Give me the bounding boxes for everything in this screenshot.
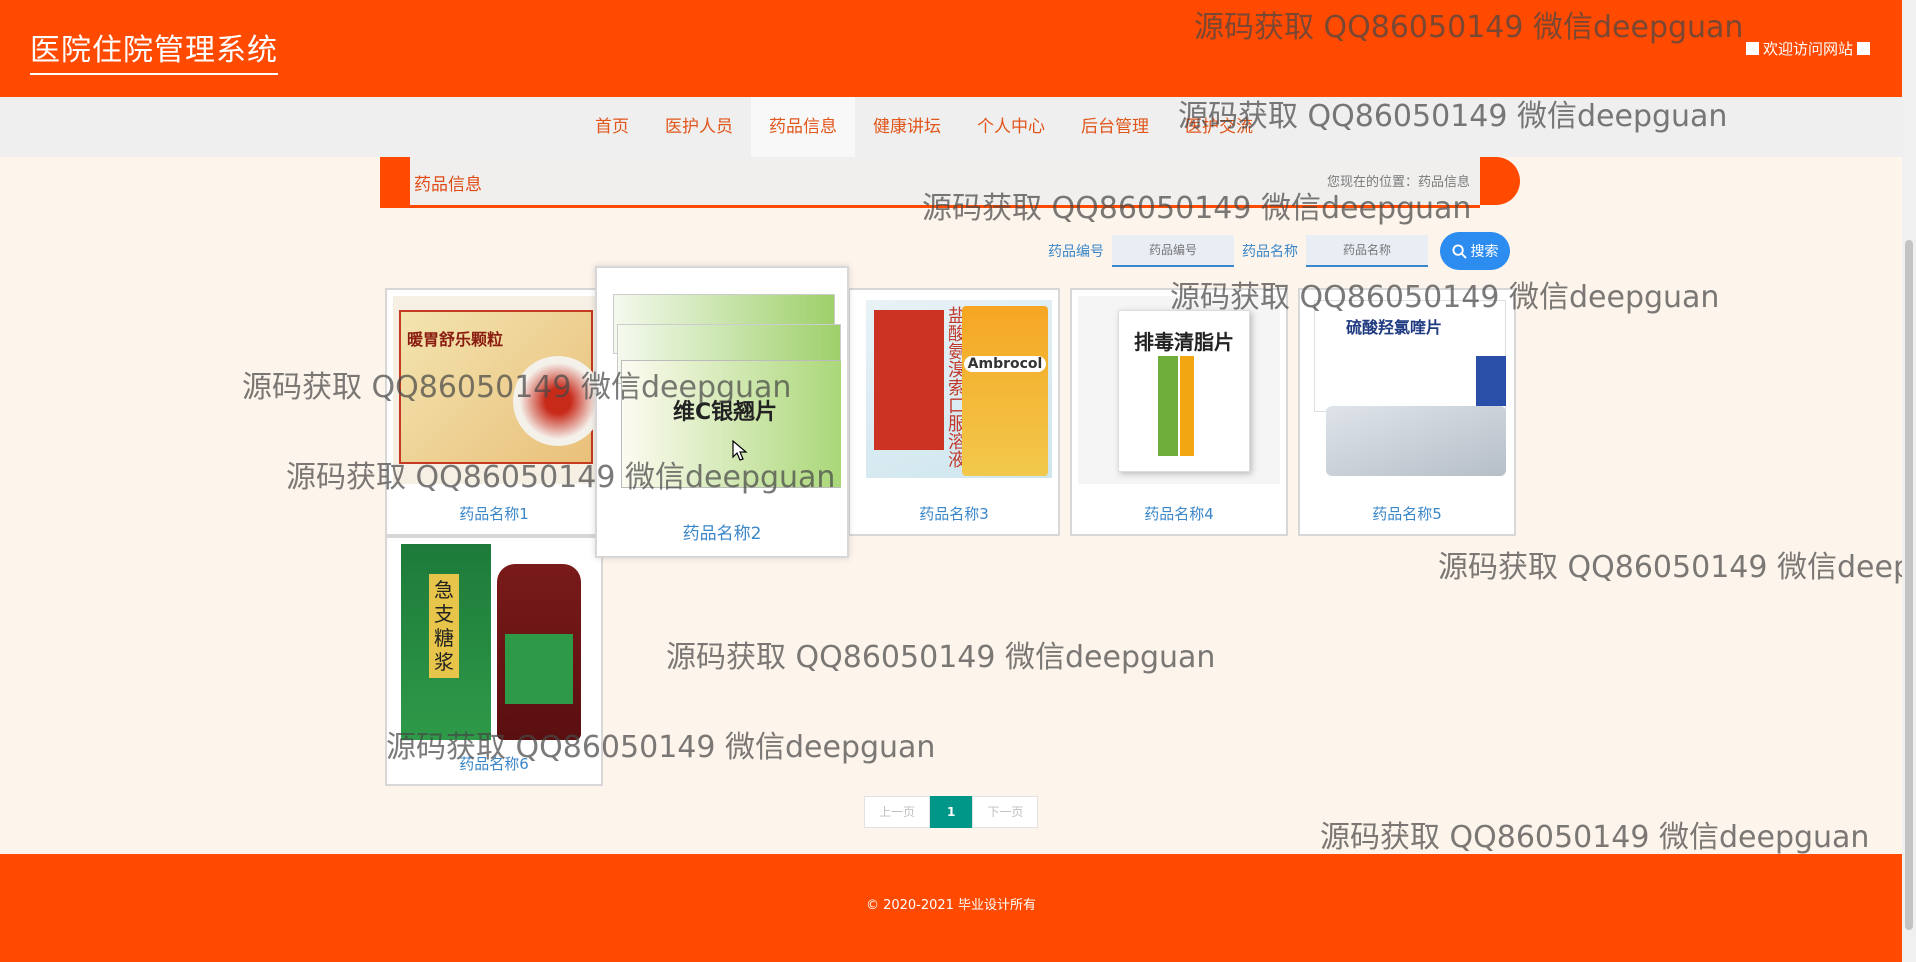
scrollbar[interactable]	[1902, 0, 1916, 962]
product-name[interactable]: 药品名称3	[850, 503, 1058, 524]
product-card[interactable]: 急支糖浆 药品名称6	[385, 536, 603, 786]
breadcrumb-accent	[380, 157, 410, 208]
search-bar: 药品编号 药品名称 搜索	[1048, 232, 1510, 270]
nav-item-profile[interactable]: 个人中心	[959, 97, 1063, 157]
package-label: 排毒清脂片	[1134, 330, 1234, 354]
product-card-hovered[interactable]: 维C银翘片 药品名称2	[595, 266, 849, 558]
top-header: 医院住院管理系统 欢迎访问网站	[0, 0, 1902, 97]
product-card[interactable]: 暖胃舒乐颗粒 药品名称1	[385, 288, 603, 536]
drug-name-label: 药品名称	[1242, 244, 1298, 260]
search-button-label: 搜索	[1470, 244, 1499, 260]
nav-item-forum[interactable]: 健康讲坛	[855, 97, 959, 157]
product-card[interactable]: 排毒清脂片 药品名称4	[1070, 288, 1288, 536]
product-image: 维C银翘片	[603, 274, 841, 508]
package-label: 维C银翘片	[673, 400, 778, 425]
breadcrumb-location: 您现在的位置：药品信息	[1326, 175, 1470, 190]
footer: © 2020-2021 毕业设计所有	[0, 854, 1902, 962]
next-page-button[interactable]: 下一页	[972, 796, 1039, 828]
product-name[interactable]: 药品名称1	[387, 503, 601, 524]
product-card[interactable]: 硫酸羟氯喹片 药品名称5	[1298, 288, 1516, 536]
package-label: 暖胃舒乐颗粒	[407, 330, 504, 349]
package-label: 急支糖浆	[429, 574, 459, 678]
product-card[interactable]: 盐酸氨溴索口服溶液 Ambrocol 药品名称3	[848, 288, 1060, 536]
watermark: 源码获取 QQ86050149 微信deepguan	[1438, 550, 1902, 585]
product-name[interactable]: 药品名称5	[1300, 503, 1514, 524]
product-image: 硫酸羟氯喹片	[1306, 296, 1508, 484]
drug-name-input[interactable]	[1306, 235, 1428, 267]
nav-item-drugs[interactable]: 药品信息	[751, 97, 855, 157]
product-image: 盐酸氨溴索口服溶液 Ambrocol	[856, 296, 1052, 484]
page-number-button[interactable]: 1	[930, 796, 973, 828]
mouse-cursor-icon	[732, 440, 748, 461]
product-image: 急支糖浆	[393, 544, 595, 740]
nav-item-exchange[interactable]: 医护交流	[1167, 97, 1271, 157]
scrollbar-thumb[interactable]	[1905, 240, 1913, 930]
square-icon	[1745, 42, 1759, 55]
drug-code-input[interactable]	[1112, 235, 1234, 267]
product-image: 排毒清脂片	[1078, 296, 1280, 484]
nav-item-staff[interactable]: 医护人员	[647, 97, 751, 157]
page-title: 药品信息	[414, 175, 482, 195]
product-name[interactable]: 药品名称2	[597, 519, 847, 544]
nav-item-home[interactable]: 首页	[577, 97, 647, 157]
product-name[interactable]: 药品名称4	[1072, 503, 1286, 524]
breadcrumb-cap	[1480, 157, 1520, 205]
watermark: 源码获取 QQ86050149 微信deepguan	[666, 640, 1216, 675]
nav-item-admin[interactable]: 后台管理	[1063, 97, 1167, 157]
package-label: 硫酸羟氯喹片	[1346, 318, 1443, 337]
site-title[interactable]: 医院住院管理系统	[30, 25, 278, 75]
square-icon	[1857, 42, 1870, 55]
breadcrumb: 药品信息 您现在的位置：药品信息	[380, 157, 1520, 208]
welcome-text: 欢迎访问网站	[1762, 40, 1853, 58]
footer-copyright: © 2020-2021 毕业设计所有	[865, 898, 1037, 913]
drug-code-label: 药品编号	[1048, 244, 1104, 260]
product-image: 暖胃舒乐颗粒	[393, 296, 595, 484]
main-nav: 首页 医护人员 药品信息 健康讲坛 个人中心 后台管理 医护交流	[0, 97, 1902, 157]
product-name[interactable]: 药品名称6	[387, 753, 601, 774]
pagination: 上一页 1 下一页	[864, 796, 1039, 828]
prev-page-button[interactable]: 上一页	[864, 796, 931, 828]
welcome-text-wrap: 欢迎访问网站	[1745, 38, 1870, 59]
search-button[interactable]: 搜索	[1440, 232, 1510, 270]
package-brand: Ambrocol	[964, 356, 1046, 372]
search-icon	[1451, 243, 1467, 259]
watermark: 源码获取 QQ86050149 微信deepguan	[1320, 820, 1870, 855]
